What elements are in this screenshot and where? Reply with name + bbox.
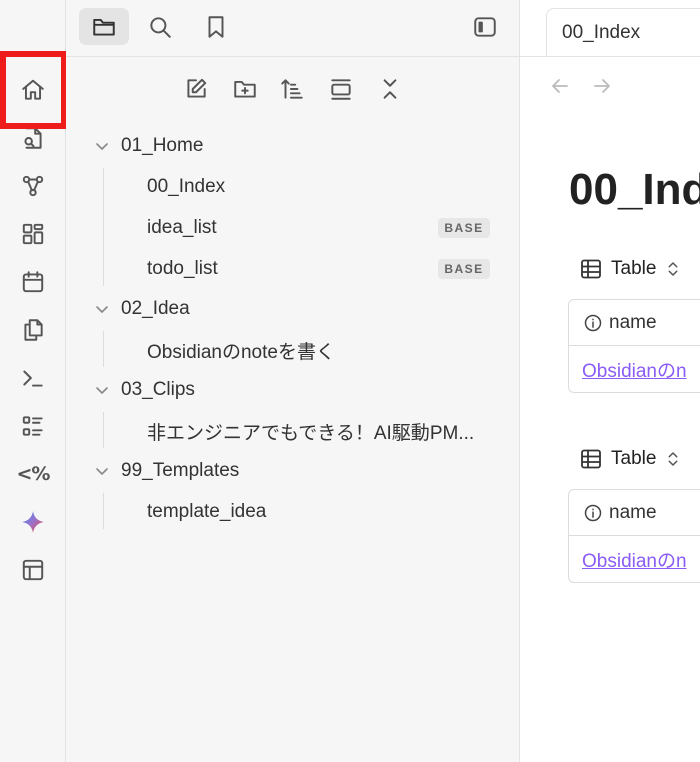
table-cell-link[interactable]: Obsidianのn xyxy=(569,536,700,582)
tree-guide xyxy=(103,493,104,529)
collapse-all-icon[interactable] xyxy=(373,72,407,106)
folder-01-home[interactable]: 01_Home xyxy=(121,129,203,163)
tab-bar-divider xyxy=(520,56,700,57)
table-icon xyxy=(581,449,601,469)
file-00-index[interactable]: 00_Index xyxy=(147,170,225,204)
base-table: name Obsidianのn xyxy=(568,489,700,583)
view-selector[interactable]: Table xyxy=(579,444,682,474)
tree-guide xyxy=(103,168,104,286)
collapse-view-icon[interactable] xyxy=(324,72,358,106)
calendar-icon[interactable] xyxy=(13,262,53,302)
file-ai-pm[interactable]: 非エンジニアでもできる！AI駆動PM... xyxy=(147,414,474,448)
file-todo-list[interactable]: todo_list xyxy=(147,252,218,286)
graph-icon[interactable] xyxy=(13,166,53,206)
chevron-down-icon[interactable] xyxy=(94,382,110,398)
chevron-updown-icon xyxy=(668,262,678,276)
folder-99-templates[interactable]: 99_Templates xyxy=(121,454,239,488)
table-icon xyxy=(581,259,601,279)
column-header-name[interactable]: name xyxy=(569,300,700,346)
info-icon xyxy=(584,314,602,331)
canvas-icon[interactable] xyxy=(13,214,53,254)
page-title: 00_Ind xyxy=(569,165,700,214)
base-table: name Obsidianのn xyxy=(568,299,700,393)
highlight-box xyxy=(0,51,67,129)
new-note-icon[interactable] xyxy=(179,72,213,106)
info-icon xyxy=(584,504,602,521)
tab-00-index[interactable]: 00_Index xyxy=(546,8,700,56)
tree-guide xyxy=(103,412,104,448)
search-icon[interactable] xyxy=(135,8,185,45)
templater-icon[interactable]: <% xyxy=(13,454,53,494)
sparkle-icon[interactable] xyxy=(13,502,53,542)
bookmark-icon[interactable] xyxy=(191,8,241,45)
file-idea-list[interactable]: idea_list xyxy=(147,211,217,245)
list-icon[interactable] xyxy=(13,406,53,446)
tree-guide xyxy=(103,331,104,367)
layout-icon[interactable] xyxy=(13,550,53,590)
chevron-updown-icon xyxy=(668,452,678,466)
sort-icon[interactable] xyxy=(275,72,309,106)
file-obsidian-note[interactable]: Obsidianのnoteを書く xyxy=(147,333,335,367)
table-cell-link[interactable]: Obsidianのn xyxy=(569,346,700,392)
view-selector[interactable]: Table xyxy=(579,254,682,284)
chevron-down-icon[interactable] xyxy=(94,301,110,317)
base-badge: BASE xyxy=(438,259,490,279)
chevron-down-icon[interactable] xyxy=(94,138,110,154)
chevron-down-icon[interactable] xyxy=(94,463,110,479)
folder-03-clips[interactable]: 03_Clips xyxy=(121,373,195,407)
base-badge: BASE xyxy=(438,218,490,238)
divider xyxy=(66,56,520,57)
copy-icon[interactable] xyxy=(13,310,53,350)
terminal-icon[interactable] xyxy=(13,358,53,398)
back-arrow-icon[interactable] xyxy=(548,74,572,98)
folder-icon[interactable] xyxy=(79,8,129,45)
folder-02-idea[interactable]: 02_Idea xyxy=(121,292,190,326)
column-header-name[interactable]: name xyxy=(569,490,700,536)
file-template-idea[interactable]: template_idea xyxy=(147,495,266,529)
new-folder-icon[interactable] xyxy=(228,72,262,106)
sidebar-toggle-icon[interactable] xyxy=(460,8,510,45)
forward-arrow-icon[interactable] xyxy=(590,74,614,98)
